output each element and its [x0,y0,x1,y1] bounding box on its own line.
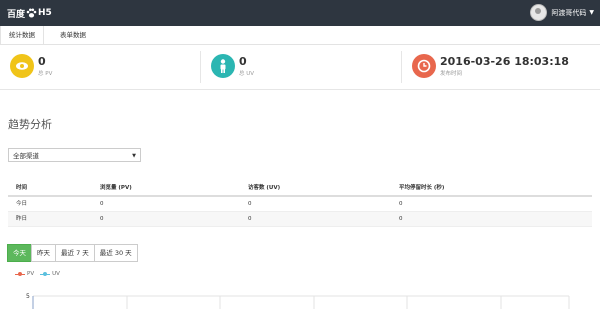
range-button-group: 今天 昨天 最近 7 天 最近 30 天 [7,244,138,262]
clock-icon [412,54,436,78]
stat-label: 发布时间 [440,71,463,77]
stat-label: 总 UV [239,71,255,77]
range-today-button[interactable]: 今天 [7,244,32,262]
header-cell: 浏览量 (PV) [100,185,132,191]
trend-chart [32,295,570,309]
stat-value: 2016-03-26 18:03:18 [440,55,569,68]
table-cell: 0 [100,216,104,222]
chevron-down-icon: ▼ [132,153,136,159]
range-7-days-button[interactable]: 最近 7 天 [55,244,95,262]
table-header: 时间 浏览量 (PV) 访客数 (UV) 平均停留时长 (秒) [8,182,592,197]
logo[interactable]: 百度 H5 [7,6,52,20]
legend-label-pv[interactable]: PV [27,271,34,277]
stat-total-pv: 0 总 PV [0,45,200,89]
logo-text: 百度 [7,9,26,20]
table-cell: 今日 [16,201,28,207]
stat-value: 0 [239,55,247,68]
table-row: 今日 0 0 0 [8,197,592,212]
chevron-down-icon: ▼ [589,9,594,16]
range-yesterday-button[interactable]: 昨天 [31,244,56,262]
legend-marker-uv [40,271,51,276]
section-title: 趋势分析 [8,118,52,131]
table-cell: 0 [399,201,403,207]
eye-icon [10,54,34,78]
tab-statistics[interactable]: 统计数据 [0,26,44,44]
range-30-days-button[interactable]: 最近 30 天 [93,244,138,262]
stat-publish-time: 2016-03-26 18:03:18 发布时间 [402,45,600,89]
top-bar: 百度 H5 阿渡哥代码 ▼ [0,0,600,26]
user-name: 阿渡哥代码 [551,8,587,17]
person-icon [211,54,235,78]
user-menu[interactable]: 阿渡哥代码 ▼ [530,4,594,21]
chart-legend: PV UV [15,271,60,277]
stat-total-uv: 0 总 UV [201,45,401,89]
tab-form-data[interactable]: 表单数据 [52,26,94,44]
stats-panel: 0 总 PV 0 总 UV 2016-03-26 18:03:18 发布时间 [0,45,600,90]
table-cell: 0 [399,216,403,222]
logo-suffix: H5 [38,8,52,18]
paw-logo-icon [26,8,37,18]
header-cell: 访客数 (UV) [248,185,281,191]
legend-marker-pv [15,271,25,276]
stat-label: 总 PV [38,71,53,77]
table-cell: 0 [248,201,252,207]
avatar [530,4,548,21]
trend-section: 趋势分析 全部渠道 ▼ 时间 浏览量 (PV) 访客数 (UV) 平均停留时长 … [0,90,600,309]
stats-table: 时间 浏览量 (PV) 访客数 (UV) 平均停留时长 (秒) 今日 0 0 0… [8,182,592,227]
table-cell: 0 [248,216,252,222]
table-row: 昨日 0 0 0 [8,212,592,227]
stat-value: 0 [38,55,46,68]
legend-label-uv[interactable]: UV [52,271,60,277]
tab-bar: 统计数据 表单数据 [0,26,600,45]
header-cell: 平均停留时长 (秒) [399,185,445,191]
channel-select[interactable]: 全部渠道 ▼ [8,148,141,162]
channel-select-value: 全部渠道 [13,152,39,160]
header-cell: 时间 [16,185,28,191]
table-cell: 0 [100,201,104,207]
table-cell: 昨日 [16,216,28,222]
